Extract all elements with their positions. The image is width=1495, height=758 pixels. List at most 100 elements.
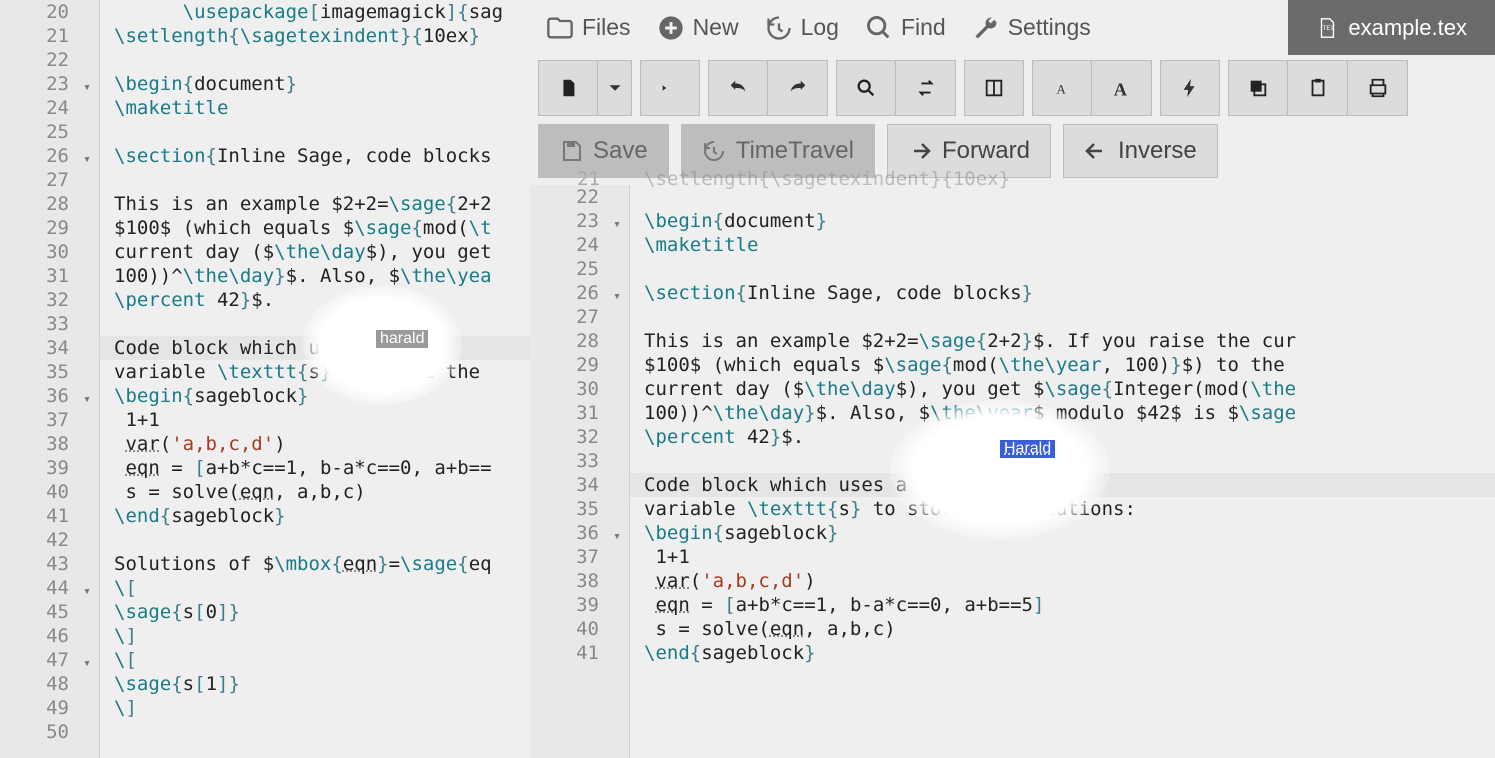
line-number[interactable]: 31 — [0, 264, 99, 288]
line-number[interactable]: 34 — [530, 473, 629, 497]
copy-button[interactable] — [1228, 60, 1288, 116]
paste-button[interactable] — [1288, 60, 1348, 116]
line-number[interactable]: 46 — [0, 624, 99, 648]
code-line[interactable]: \end{sageblock} — [100, 504, 530, 528]
code-line[interactable]: \maketitle — [100, 96, 530, 120]
code-line[interactable]: 100))^\the\day}$. Also, $\the\yea — [100, 264, 530, 288]
code-line[interactable]: $100$ (which equals $\sage{mod(\the\year… — [630, 353, 1495, 377]
font-large-button[interactable]: A — [1092, 60, 1152, 116]
replace-button[interactable] — [896, 60, 956, 116]
font-small-button[interactable]: A — [1032, 60, 1092, 116]
line-number[interactable]: 36▾ — [530, 521, 629, 545]
line-number[interactable]: 36▾ — [0, 384, 99, 408]
code-line[interactable] — [100, 48, 530, 72]
line-number[interactable]: 29 — [530, 353, 629, 377]
code-line[interactable]: \percent 42}$. — [100, 288, 530, 312]
line-number[interactable]: 26▾ — [530, 281, 629, 305]
line-number[interactable]: 47▾ — [0, 648, 99, 672]
redo-button[interactable] — [768, 60, 828, 116]
line-number[interactable]: 22 — [530, 185, 629, 209]
code-line[interactable] — [630, 185, 1495, 209]
line-number[interactable]: 40 — [0, 480, 99, 504]
line-number[interactable]: 30 — [0, 240, 99, 264]
document-menu-button[interactable] — [538, 60, 598, 116]
code-line[interactable] — [100, 168, 530, 192]
code-line[interactable]: \usepackage[imagemagick]{sag — [100, 0, 530, 24]
code-line[interactable] — [100, 312, 530, 336]
code-line[interactable]: variable \texttt{s} to store the solutio… — [630, 497, 1495, 521]
code-line[interactable] — [630, 305, 1495, 329]
line-number[interactable]: 22 — [0, 48, 99, 72]
line-number[interactable]: 42 — [0, 528, 99, 552]
tab-find[interactable]: Find — [859, 10, 952, 46]
line-number[interactable]: 37 — [0, 408, 99, 432]
code-line[interactable]: \[ — [100, 648, 530, 672]
line-number[interactable]: 44▾ — [0, 576, 99, 600]
line-number[interactable]: 21 — [0, 24, 99, 48]
code-line[interactable]: \begin{document} — [100, 72, 530, 96]
code-line[interactable]: This is an example $2+2=\sage{2+2}$. If … — [630, 329, 1495, 353]
line-number[interactable]: 41 — [0, 504, 99, 528]
line-number[interactable]: 25 — [530, 257, 629, 281]
indent-button[interactable] — [640, 60, 700, 116]
line-number[interactable]: 23▾ — [0, 72, 99, 96]
line-number[interactable]: 30 — [530, 377, 629, 401]
undo-button[interactable] — [708, 60, 768, 116]
line-number[interactable]: 43 — [0, 552, 99, 576]
left-code-area[interactable]: \usepackage[imagemagick]{sag\setlength{\… — [100, 0, 530, 758]
search-button[interactable] — [836, 60, 896, 116]
line-number[interactable]: 41 — [530, 641, 629, 665]
code-line[interactable]: s = solve(eqn, a,b,c) — [100, 480, 530, 504]
code-line[interactable]: \] — [100, 696, 530, 720]
line-number[interactable]: 37 — [530, 545, 629, 569]
line-number[interactable]: 49 — [0, 696, 99, 720]
code-line[interactable]: \begin{sageblock} — [630, 521, 1495, 545]
code-line[interactable]: Code block which uses a — [630, 473, 1495, 497]
code-line[interactable] — [100, 528, 530, 552]
code-line[interactable]: \section{Inline Sage, code blocks} — [630, 281, 1495, 305]
dropdown-button[interactable] — [598, 60, 632, 116]
line-number[interactable]: 34 — [0, 336, 99, 360]
code-line[interactable]: eqn = [a+b*c==1, b-a*c==0, a+b== — [100, 456, 530, 480]
line-number[interactable]: 38 — [0, 432, 99, 456]
line-number[interactable]: 25 — [0, 120, 99, 144]
code-line[interactable]: s = solve(eqn, a,b,c) — [630, 617, 1495, 641]
line-number[interactable]: 24 — [0, 96, 99, 120]
line-number[interactable]: 39 — [530, 593, 629, 617]
line-number[interactable]: 33 — [0, 312, 99, 336]
code-line[interactable]: current day ($\the\day$), you get $\sage… — [630, 377, 1495, 401]
code-line[interactable]: \[ — [100, 576, 530, 600]
line-number[interactable]: 28 — [0, 192, 99, 216]
line-number[interactable]: 35 — [530, 497, 629, 521]
code-line[interactable]: \begin{sageblock} — [100, 384, 530, 408]
code-line[interactable]: eqn = [a+b*c==1, b-a*c==0, a+b==5] — [630, 593, 1495, 617]
line-number[interactable]: 50 — [0, 720, 99, 744]
line-number[interactable]: 40 — [530, 617, 629, 641]
tab-files[interactable]: Files — [540, 10, 637, 46]
right-code-area[interactable]: \begin{document}\maketitle \section{Inlin… — [630, 185, 1495, 758]
code-line[interactable]: \begin{document} — [630, 209, 1495, 233]
build-button[interactable] — [1160, 60, 1220, 116]
code-line[interactable] — [630, 449, 1495, 473]
code-line[interactable]: $100$ (which equals $\sage{mod(\t — [100, 216, 530, 240]
line-number[interactable]: 24 — [530, 233, 629, 257]
tab-new[interactable]: New — [651, 10, 745, 46]
code-line[interactable] — [100, 120, 530, 144]
line-number[interactable]: 27 — [0, 168, 99, 192]
split-button[interactable] — [964, 60, 1024, 116]
code-line[interactable]: 100))^\the\day}$. Also, $\the\year$ modu… — [630, 401, 1495, 425]
line-number[interactable]: 38 — [530, 569, 629, 593]
line-number[interactable]: 33 — [530, 449, 629, 473]
tab-log[interactable]: Log — [759, 10, 845, 46]
line-number[interactable]: 20 — [0, 0, 99, 24]
code-line[interactable]: current day ($\the\day$), you get — [100, 240, 530, 264]
tab-settings[interactable]: Settings — [966, 10, 1097, 46]
code-line[interactable]: \maketitle — [630, 233, 1495, 257]
code-line[interactable]: \section{Inline Sage, code blocks — [100, 144, 530, 168]
code-line[interactable]: variable \texttt{s} to store the — [100, 360, 530, 384]
code-line[interactable]: \setlength{\sagetexindent}{10ex} — [100, 24, 530, 48]
code-line[interactable]: Solutions of $\mbox{eqn}=\sage{eq — [100, 552, 530, 576]
inverse-button[interactable]: Inverse — [1063, 124, 1218, 178]
line-number[interactable]: 39 — [0, 456, 99, 480]
line-number[interactable]: 29 — [0, 216, 99, 240]
